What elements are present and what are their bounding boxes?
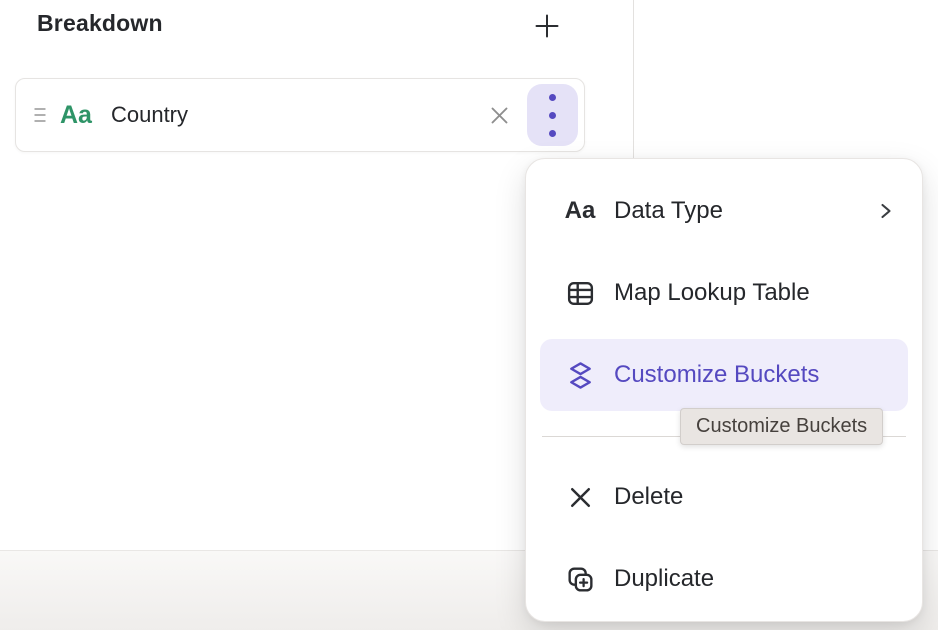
layers-icon <box>560 360 600 391</box>
close-icon <box>486 102 513 129</box>
menu-item-label: Data Type <box>614 197 723 225</box>
breakdown-item-card[interactable]: Aa Country <box>15 78 585 152</box>
page-title: Breakdown <box>37 10 163 37</box>
add-breakdown-button[interactable] <box>529 8 565 44</box>
data-type-aa-icon: Aa <box>560 197 600 225</box>
string-type-badge: Aa <box>60 101 92 130</box>
plus-icon <box>533 12 561 40</box>
breakdown-panel-screen: Breakdown Aa Country <box>0 0 938 630</box>
menu-item-delete[interactable]: Delete <box>540 461 908 533</box>
menu-item-data-type[interactable]: Aa Data Type <box>540 175 908 247</box>
menu-item-label: Duplicate <box>614 565 714 593</box>
menu-item-label: Delete <box>614 483 683 511</box>
x-delete-icon <box>560 483 600 512</box>
duplicate-icon <box>560 564 600 595</box>
more-options-button[interactable] <box>527 84 578 146</box>
menu-item-label: Customize Buckets <box>614 361 819 389</box>
kebab-menu-icon <box>549 130 556 137</box>
context-menu: Aa Data Type Map Lookup Table <box>525 158 923 622</box>
menu-item-label: Map Lookup Table <box>614 279 810 307</box>
kebab-menu-icon <box>549 112 556 119</box>
remove-breakdown-button[interactable] <box>482 98 516 132</box>
menu-item-duplicate[interactable]: Duplicate <box>540 543 908 615</box>
breakdown-item-label: Country <box>111 102 188 128</box>
menu-item-customize-buckets[interactable]: Customize Buckets <box>540 339 908 411</box>
menu-item-map-lookup-table[interactable]: Map Lookup Table <box>540 257 908 329</box>
chevron-right-icon <box>877 200 894 222</box>
customize-buckets-tooltip: Customize Buckets <box>680 408 883 445</box>
table-icon <box>560 278 600 309</box>
kebab-menu-icon <box>549 94 556 101</box>
drag-handle-icon[interactable] <box>33 106 47 124</box>
